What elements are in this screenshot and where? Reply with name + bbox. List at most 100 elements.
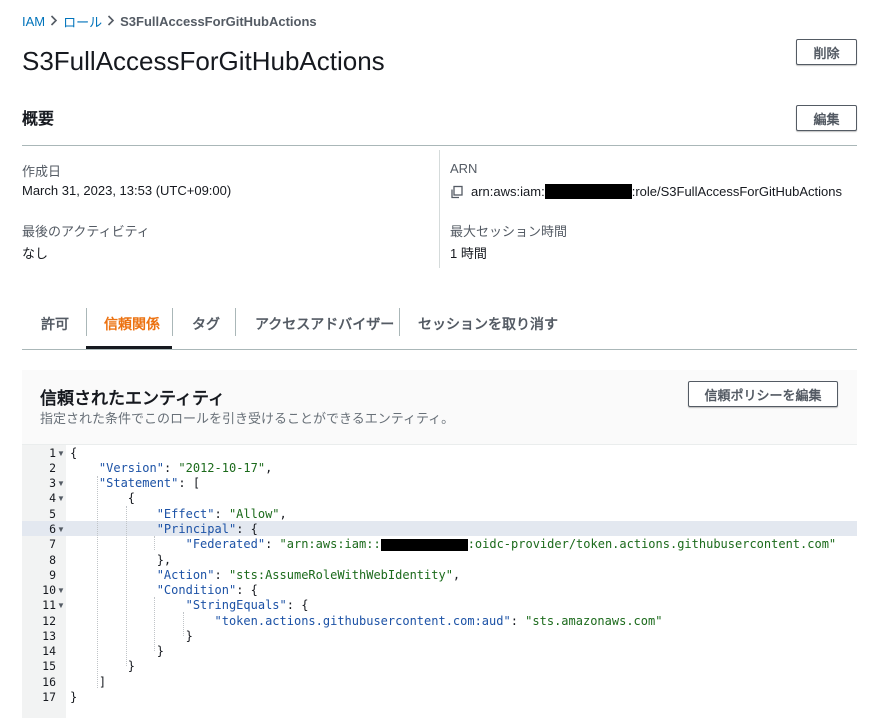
- code-token: {: [250, 522, 258, 536]
- page-title: S3FullAccessForGitHubActions: [22, 46, 385, 76]
- code-token: {: [301, 598, 309, 612]
- chevron-right-icon: [102, 14, 120, 29]
- line-number: 13: [42, 629, 56, 643]
- tab-tags[interactable]: タグ: [192, 314, 220, 334]
- code-line: "Condition": {: [156, 583, 258, 597]
- chevron-right-icon: [45, 14, 63, 29]
- code-token: }: [185, 629, 193, 643]
- json-key: "Statement": [98, 476, 179, 490]
- code-line: "StringEquals": {: [185, 598, 309, 612]
- code-line: }: [70, 659, 135, 673]
- breadcrumb-roles-link[interactable]: ロール: [63, 12, 102, 31]
- json-key: "Effect": [156, 507, 215, 521]
- line-number: 8: [49, 553, 56, 567]
- code-line: "Effect": "Allow",: [156, 507, 287, 521]
- code-token: }: [127, 659, 136, 673]
- tab-permissions[interactable]: 許可: [41, 314, 69, 334]
- line-number: 6: [49, 522, 56, 536]
- redacted-account-id: [544, 184, 632, 199]
- code-token: }: [156, 644, 164, 658]
- code-token: {: [250, 583, 258, 597]
- code-token: },: [156, 553, 172, 567]
- fold-toggle-icon[interactable]: ▼: [57, 586, 65, 595]
- summary-heading: 概要: [22, 111, 55, 128]
- line-number: 5: [49, 507, 56, 521]
- arn-suffix: :role/S3FullAccessForGitHubActions: [631, 184, 842, 199]
- arn-label: ARN: [450, 161, 478, 176]
- line-number: 2: [49, 461, 56, 475]
- max-session-label: 最大セッション時間: [450, 224, 568, 239]
- code-token: }: [70, 690, 78, 704]
- created-date-value: March 31, 2023, 13:53 (UTC+09:00): [22, 183, 232, 198]
- code-line: ]: [70, 675, 106, 689]
- code-token: [: [192, 476, 201, 490]
- json-string: "sts.amazonaws.com": [525, 614, 663, 628]
- line-number: 16: [42, 675, 56, 689]
- line-number: 9: [49, 568, 56, 582]
- line-number: 1: [49, 446, 56, 460]
- line-number: 14: [42, 644, 56, 658]
- breadcrumb: IAM ロール S3FullAccessForGitHubActions: [22, 12, 317, 31]
- code-line: "Federated": "arn:aws:iam:::oidc-provide…: [185, 537, 837, 551]
- fold-toggle-icon[interactable]: ▼: [57, 449, 65, 458]
- tab-divider: [86, 308, 87, 336]
- json-string: "Allow": [228, 507, 280, 521]
- copy-icon[interactable]: [450, 185, 464, 199]
- line-number: 15: [42, 659, 56, 673]
- json-key: "Version": [98, 461, 164, 475]
- code-line: "Version": "2012-10-17",: [98, 461, 273, 475]
- line-number: 10: [42, 583, 56, 597]
- max-session-value: 1 時間: [450, 246, 487, 261]
- breadcrumb-current: S3FullAccessForGitHubActions: [120, 14, 317, 29]
- fold-toggle-icon[interactable]: ▼: [57, 479, 65, 488]
- code-line: }: [70, 644, 164, 658]
- line-number: 12: [42, 614, 56, 628]
- code-line: },: [70, 553, 171, 567]
- last-activity-label: 最後のアクティビティ: [22, 224, 150, 239]
- edit-button[interactable]: 編集: [796, 105, 857, 131]
- edit-trust-policy-button[interactable]: 信頼ポリシーを編集: [688, 381, 838, 407]
- tab-access-advisor[interactable]: アクセスアドバイザー: [255, 314, 394, 334]
- fold-toggle-icon[interactable]: ▼: [57, 494, 65, 503]
- line-number: 4: [49, 491, 56, 505]
- code-line: "token.actions.githubusercontent.com:aud…: [214, 614, 663, 628]
- arn-prefix: arn:aws:iam:: [471, 184, 545, 199]
- tab-divider: [399, 308, 400, 336]
- tab-revoke-sessions[interactable]: セッションを取り消す: [418, 314, 558, 334]
- code-line: {: [70, 446, 77, 460]
- column-divider: [439, 150, 440, 268]
- code-token: {: [127, 491, 136, 505]
- json-string: "2012-10-17": [178, 461, 266, 475]
- json-string: "sts:AssumeRoleWithWebIdentity": [228, 568, 453, 582]
- code-line: "Action": "sts:AssumeRoleWithWebIdentity…: [156, 568, 461, 582]
- json-string: "arn:aws:iam::: [279, 537, 381, 551]
- breadcrumb-iam-link[interactable]: IAM: [22, 14, 45, 29]
- tabs-divider: [22, 349, 857, 350]
- line-number: 11: [42, 598, 56, 612]
- code-line: "Statement": [: [98, 476, 201, 490]
- tab-divider: [235, 308, 236, 336]
- tab-trust-relationships[interactable]: 信頼関係: [104, 314, 160, 334]
- line-number: 3: [49, 476, 56, 490]
- code-token: ]: [98, 675, 107, 689]
- line-number: 17: [42, 690, 56, 704]
- tab-divider: [172, 308, 173, 336]
- json-key: "Principal": [156, 522, 237, 536]
- trusted-entities-subtitle: 指定された条件でこのロールを引き受けることができるエンティティ。: [40, 411, 455, 426]
- json-key: "Federated": [185, 537, 266, 551]
- code-token: {: [70, 446, 78, 460]
- created-date-label: 作成日: [22, 164, 62, 179]
- json-key: "StringEquals": [185, 598, 287, 612]
- code-line: {: [70, 491, 135, 505]
- json-key: "Action": [156, 568, 215, 582]
- json-key: "Condition": [156, 583, 237, 597]
- json-string: :oidc-provider/token.actions.githubuserc…: [467, 537, 837, 551]
- fold-toggle-icon[interactable]: ▼: [57, 525, 65, 534]
- last-activity-value: なし: [22, 246, 49, 261]
- line-number: 7: [49, 537, 56, 551]
- arn-value: arn:aws:iam: :role/S3FullAccessForGitHub…: [450, 184, 842, 199]
- delete-button[interactable]: 削除: [796, 39, 857, 65]
- json-key: "token.actions.githubusercontent.com:aud…: [214, 614, 511, 628]
- trusted-entities-title: 信頼されたエンティティ: [40, 389, 225, 408]
- fold-toggle-icon[interactable]: ▼: [57, 601, 65, 610]
